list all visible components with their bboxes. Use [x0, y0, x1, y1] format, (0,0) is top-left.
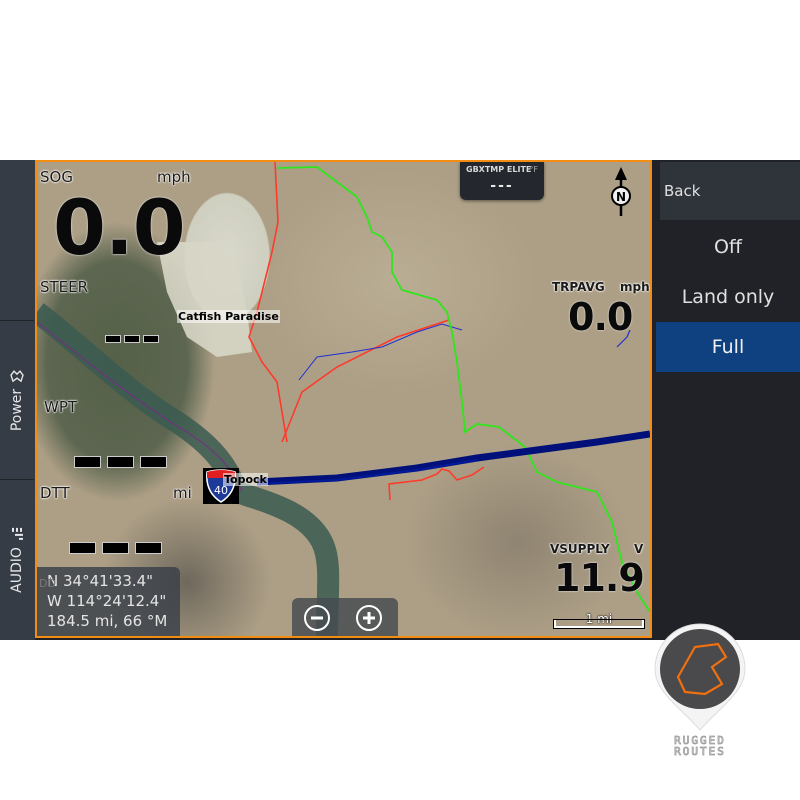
temperature-value: --- — [490, 178, 514, 194]
back-label: Back — [664, 182, 701, 200]
chartplotter-screen: Power AUDIO SOG mph 0.0 STEER WPT DTT mi… — [0, 160, 800, 640]
scale-line — [554, 620, 644, 628]
highway-i40 — [256, 430, 650, 486]
steer-value-dashes — [105, 335, 159, 343]
place-label-topock: Topock — [223, 473, 268, 486]
zoom-out-button[interactable] — [304, 605, 330, 631]
red-trail — [248, 162, 288, 443]
equalizer-icon — [12, 528, 23, 541]
menu-item-land-only[interactable]: Land only — [656, 272, 800, 322]
temperature-unit: °F — [529, 165, 538, 174]
dtt-unit: mi — [173, 484, 192, 502]
menu-item-off[interactable]: Off — [656, 222, 800, 272]
rugged-routes-icon — [10, 369, 24, 382]
red-trail — [281, 319, 450, 443]
tab-empty[interactable] — [0, 160, 34, 321]
menu-item-full[interactable]: Full — [656, 322, 800, 372]
trpavg-label: TRPAVG — [552, 280, 605, 294]
trpavg-value: 0.0 — [568, 295, 633, 339]
temperature-gauge[interactable]: GBXTMP ELITE °F --- — [460, 162, 544, 200]
blue-trail — [298, 323, 463, 381]
latitude: N 34°41'33.4" — [47, 572, 154, 590]
position-format-label: DD — [39, 577, 56, 590]
range-bearing: 184.5 mi, 66 °M — [47, 612, 168, 630]
wpt-label: WPT — [44, 398, 78, 416]
tab-power[interactable]: Power — [0, 321, 34, 480]
map-overlay-menu: Back Off Land only Full — [652, 160, 800, 640]
dtt-value-dashes — [69, 542, 162, 554]
sog-value: 0.0 — [53, 183, 186, 272]
steer-label: STEER — [40, 278, 89, 296]
trpavg-unit: mph — [620, 280, 650, 294]
north-label: N — [616, 190, 626, 204]
position-info-box[interactable]: DD N 34°41'33.4" W 114°24'12.4" 184.5 mi… — [37, 567, 180, 636]
satellite-map[interactable]: SOG mph 0.0 STEER WPT DTT mi TRPAVG mph … — [35, 160, 652, 638]
tab-power-label: Power — [9, 388, 25, 432]
dtt-label: DTT — [40, 484, 70, 502]
tab-audio[interactable]: AUDIO — [0, 480, 34, 640]
rugged-routes-logo: RUGGED ROUTES — [654, 623, 746, 757]
tab-audio-label: AUDIO — [9, 547, 25, 593]
longitude: W 114°24'12.4" — [47, 592, 167, 610]
place-label-catfish-paradise: Catfish Paradise — [177, 310, 280, 323]
zoom-controls — [292, 598, 398, 636]
vsupply-value: 11.9 — [554, 556, 645, 600]
logo-line2: ROUTES — [674, 745, 726, 757]
left-tab-strip: Power AUDIO — [0, 160, 35, 640]
zoom-in-button[interactable] — [356, 605, 382, 631]
vsupply-label: VSUPPLY — [550, 542, 610, 556]
back-button[interactable]: Back — [660, 162, 800, 220]
map-scale-bar: 1 mi — [554, 612, 644, 628]
north-arrow-icon[interactable]: N — [608, 166, 634, 218]
vsupply-unit: V — [634, 542, 644, 556]
temperature-label: GBXTMP ELITE — [466, 165, 532, 174]
wpt-value-dashes — [74, 456, 167, 468]
